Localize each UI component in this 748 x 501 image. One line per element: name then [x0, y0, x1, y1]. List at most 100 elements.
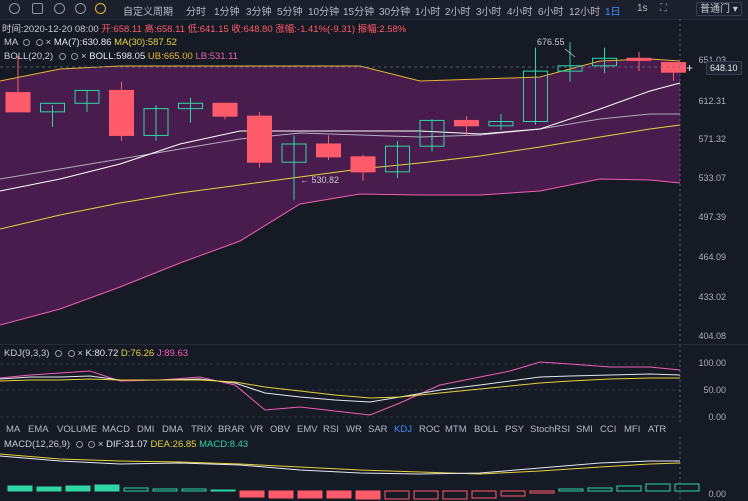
candlestick-chart[interactable]: 676.55 ← 530.82: [0, 19, 748, 344]
tab-emv[interactable]: EMV: [297, 424, 318, 435]
price-axis-label: 497.39: [698, 212, 726, 222]
layout-select[interactable]: 普通门 ▾: [696, 2, 742, 16]
period-4h[interactable]: 4小时: [507, 3, 533, 18]
tab-kdj[interactable]: KDJ: [394, 424, 412, 435]
tab-mtm[interactable]: MTM: [445, 424, 467, 435]
tab-ema[interactable]: EMA: [28, 424, 49, 435]
candle-body: [454, 119, 479, 127]
period-3h[interactable]: 3小时: [476, 3, 502, 18]
tab-atr[interactable]: ATR: [648, 424, 666, 435]
period-1h[interactable]: 1小时: [415, 3, 441, 18]
macd-bar: [94, 484, 120, 492]
period-15min[interactable]: 15分钟: [343, 3, 374, 18]
tab-macd[interactable]: MACD: [102, 424, 130, 435]
price-axis-label: 433.02: [698, 292, 726, 302]
tab-boll[interactable]: BOLL: [474, 424, 498, 435]
refresh-rate[interactable]: 1s: [637, 3, 648, 14]
tab-trix[interactable]: TRIX: [191, 424, 213, 435]
candle-body: [316, 143, 341, 158]
tab-rsi[interactable]: RSI: [323, 424, 339, 435]
tab-obv[interactable]: OBV: [270, 424, 290, 435]
tab-ma[interactable]: MA: [6, 424, 20, 435]
macd-bar: [500, 490, 526, 497]
tab-roc[interactable]: ROC: [419, 424, 440, 435]
candle-body: [109, 89, 134, 136]
toolbar: 自定义周期 分时 1分钟 3分钟 5分钟 10分钟 15分钟 30分钟 1小时 …: [0, 0, 748, 20]
settings-icon[interactable]: [9, 3, 20, 14]
candle-body: [350, 156, 376, 173]
macd-bar: [297, 490, 323, 499]
low-marker: ← 530.82: [300, 175, 339, 185]
macd-bar: [268, 490, 294, 499]
current-price-tag: 648.10: [706, 61, 742, 75]
period-10min[interactable]: 10分钟: [308, 3, 339, 18]
macd-bar: [471, 490, 497, 499]
price-axis-label: 404.08: [698, 331, 726, 341]
candle-body: [5, 92, 31, 113]
tab-brar[interactable]: BRAR: [218, 424, 244, 435]
drawing-icon[interactable]: [54, 3, 65, 14]
macd-bar: [413, 490, 439, 500]
macd-bar: [65, 485, 91, 492]
period-3min[interactable]: 3分钟: [246, 3, 272, 18]
tab-vr[interactable]: VR: [250, 424, 263, 435]
indicator-tabs: MA EMA VOLUME MACD DMI DMA TRIX BRAR VR …: [0, 422, 748, 437]
add-crosshair-icon[interactable]: +: [686, 61, 693, 75]
price-axis-label: 464.09: [698, 252, 726, 262]
kdj-k-line: [0, 373, 681, 403]
tab-sar[interactable]: SAR: [368, 424, 388, 435]
indicator-icon[interactable]: [32, 3, 43, 14]
period-2h[interactable]: 2小时: [445, 3, 471, 18]
tab-mfi[interactable]: MFI: [624, 424, 640, 435]
macd-bar: [7, 485, 33, 492]
period-custom[interactable]: 自定义周期: [123, 3, 173, 18]
period-30min[interactable]: 30分钟: [379, 3, 410, 18]
period-1d[interactable]: 1日: [605, 3, 621, 18]
kdj-axis-label: 50.00: [703, 385, 726, 395]
price-axis-label: 612.31: [698, 96, 726, 106]
period-6h[interactable]: 6小时: [538, 3, 564, 18]
kdj-axis-label: 0.00: [708, 412, 726, 422]
macd-bar: [384, 490, 410, 500]
candle-body: [247, 115, 272, 163]
macd-bar: [239, 490, 265, 498]
kdj-chart[interactable]: [0, 345, 748, 422]
layout-select-value: 普通门: [700, 4, 730, 15]
price-axis-label: 571.32: [698, 134, 726, 144]
macd-bar: [36, 486, 62, 492]
macd-bar: [674, 483, 700, 492]
fullscreen-icon[interactable]: ⛶: [660, 3, 667, 14]
macd-bar: [152, 488, 178, 492]
alert-icon[interactable]: [95, 3, 106, 14]
macd-bar: [616, 485, 642, 492]
tab-psy[interactable]: PSY: [505, 424, 524, 435]
macd-bar: [529, 490, 555, 494]
tab-smi[interactable]: SMI: [576, 424, 593, 435]
kdj-axis-label: 100.00: [698, 358, 726, 368]
macd-bar: [442, 490, 468, 500]
macd-chart[interactable]: [0, 437, 748, 501]
period-12h[interactable]: 12小时: [569, 3, 600, 18]
price-axis-label: 533.07: [698, 173, 726, 183]
tab-dma[interactable]: DMA: [162, 424, 183, 435]
macd-histogram: [7, 483, 700, 500]
candle-body: [212, 102, 238, 117]
period-5min[interactable]: 5分钟: [277, 3, 303, 18]
period-fenshi[interactable]: 分时: [186, 3, 206, 18]
macd-bar: [326, 490, 352, 499]
tab-cci[interactable]: CCI: [600, 424, 616, 435]
tab-stochrsi[interactable]: StochRSI: [530, 424, 570, 435]
high-marker: 676.55: [537, 37, 565, 47]
macd-bar: [210, 489, 236, 492]
candle-body: [626, 57, 652, 61]
tab-volume[interactable]: VOLUME: [57, 424, 97, 435]
chart-type-icon[interactable]: [75, 3, 86, 14]
kdj-j-line: [0, 361, 681, 416]
tab-wr[interactable]: WR: [346, 424, 362, 435]
macd-bar: [355, 490, 381, 500]
period-1min[interactable]: 1分钟: [214, 3, 240, 18]
macd-dea-line: [0, 453, 681, 475]
tab-dmi[interactable]: DMI: [137, 424, 154, 435]
kdj-d-line: [0, 377, 680, 399]
macd-dif-line: [0, 455, 680, 475]
